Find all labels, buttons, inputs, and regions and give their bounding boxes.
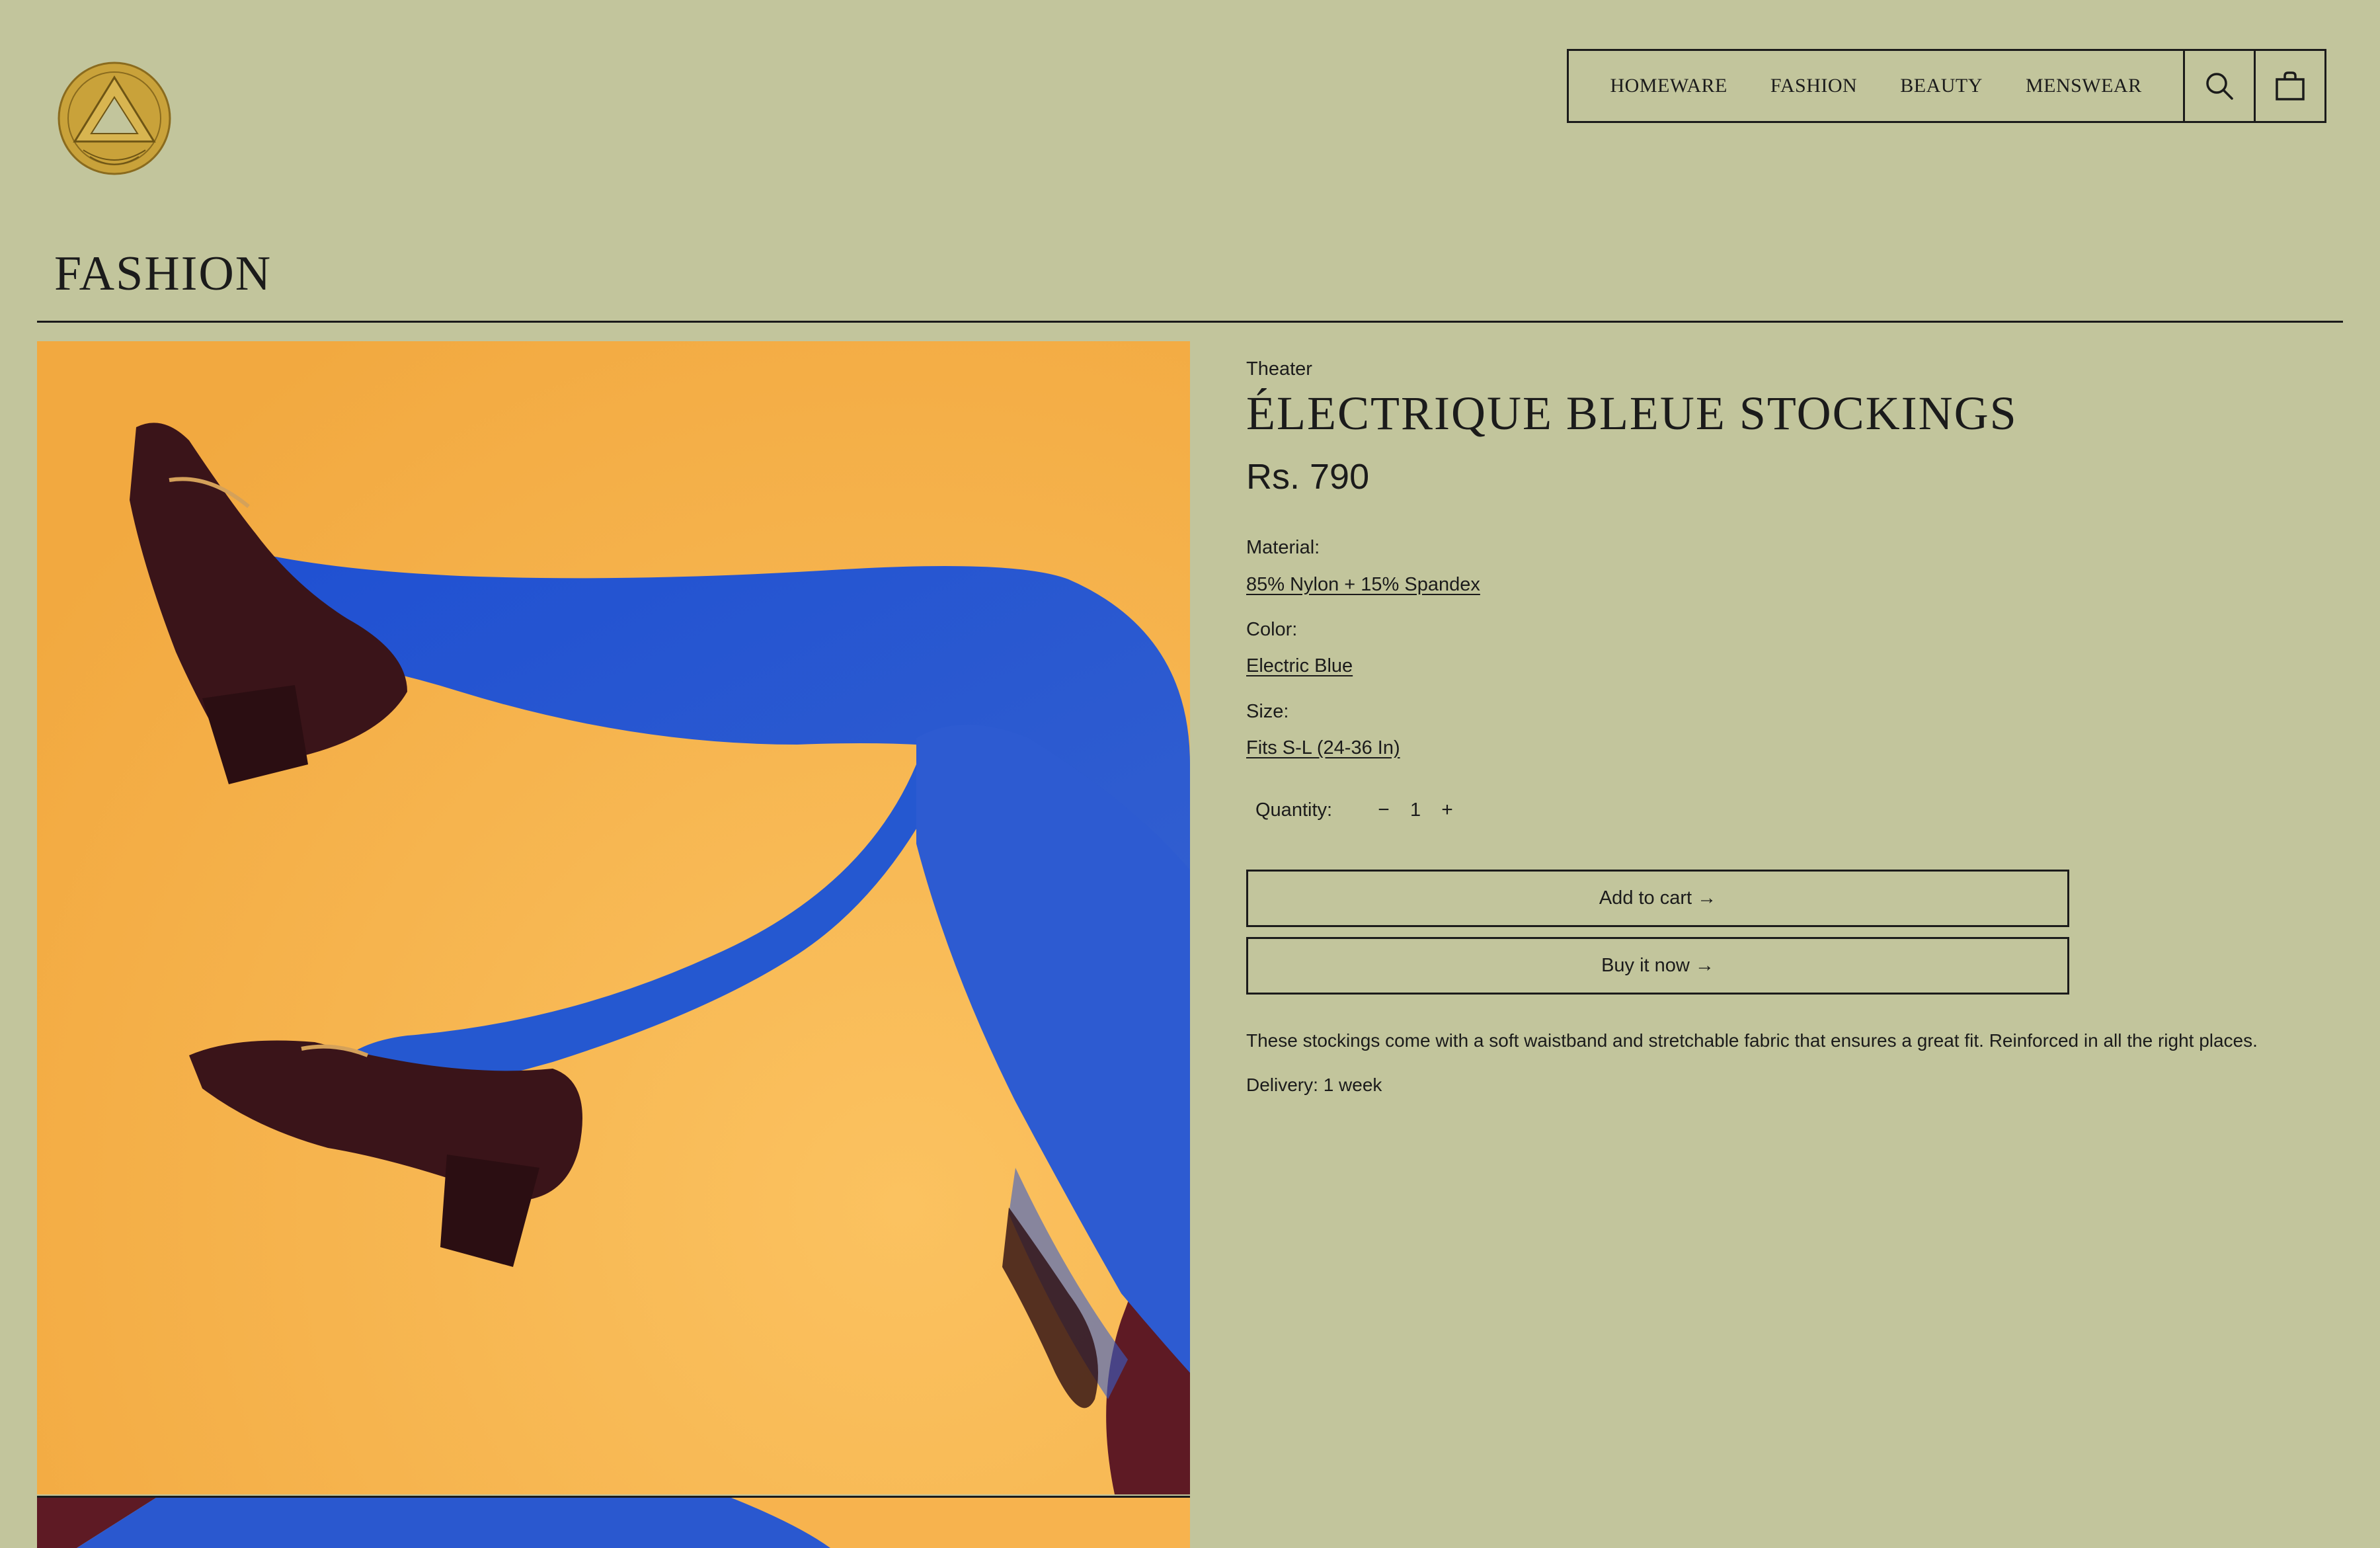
stockings-photo-2 [37,1498,1190,1548]
size-label: Size: [1246,701,1289,722]
size-value[interactable]: Fits S-L (24-36 In) [1246,737,1400,759]
product-vendor: Theater [1246,358,1312,380]
add-to-cart-button[interactable]: Add to cart → [1246,870,2069,927]
nav-links: HOMEWARE FASHION BEAUTY MENSWEAR [1569,51,2183,121]
color-label: Color: [1246,619,1298,640]
search-button[interactable] [2183,51,2254,121]
title-divider [37,321,2343,323]
buy-now-button[interactable]: Buy it now → [1246,937,2069,995]
product-image[interactable] [37,341,1190,1494]
search-icon [2206,73,2233,100]
nav-link-homeware[interactable]: HOMEWARE [1610,75,1727,97]
page-title: FASHION [54,247,272,301]
product-title: ÉLECTRIQUE BLEUE STOCKINGS [1246,387,2018,440]
product-image-2[interactable] [37,1496,1190,1548]
material-value[interactable]: 85% Nylon + 15% Spandex [1246,574,1480,596]
quantity-minus-button[interactable]: − [1370,799,1397,821]
nav-link-beauty[interactable]: BEAUTY [1900,75,1983,97]
main-nav: HOMEWARE FASHION BEAUTY MENSWEAR [1567,49,2326,123]
quantity-value[interactable]: 1 [1397,799,1434,821]
nav-link-menswear[interactable]: MENSWEAR [2026,75,2142,97]
product-description: These stockings come with a soft waistba… [1246,1030,2258,1051]
material-label: Material: [1246,537,1320,558]
bag-icon [2276,71,2305,101]
stockings-photo [37,341,1190,1494]
nav-link-fashion[interactable]: FASHION [1770,75,1857,97]
cart-button[interactable] [2254,51,2324,121]
quantity-selector: Quantity: − 1 + [1255,799,1460,821]
quantity-plus-button[interactable]: + [1434,799,1460,821]
quantity-label: Quantity: [1255,799,1333,821]
delivery-info: Delivery: 1 week [1246,1075,1382,1095]
color-value[interactable]: Electric Blue [1246,655,1353,677]
product-price: Rs. 790 [1246,457,1370,497]
store-logo-icon[interactable] [57,61,172,176]
